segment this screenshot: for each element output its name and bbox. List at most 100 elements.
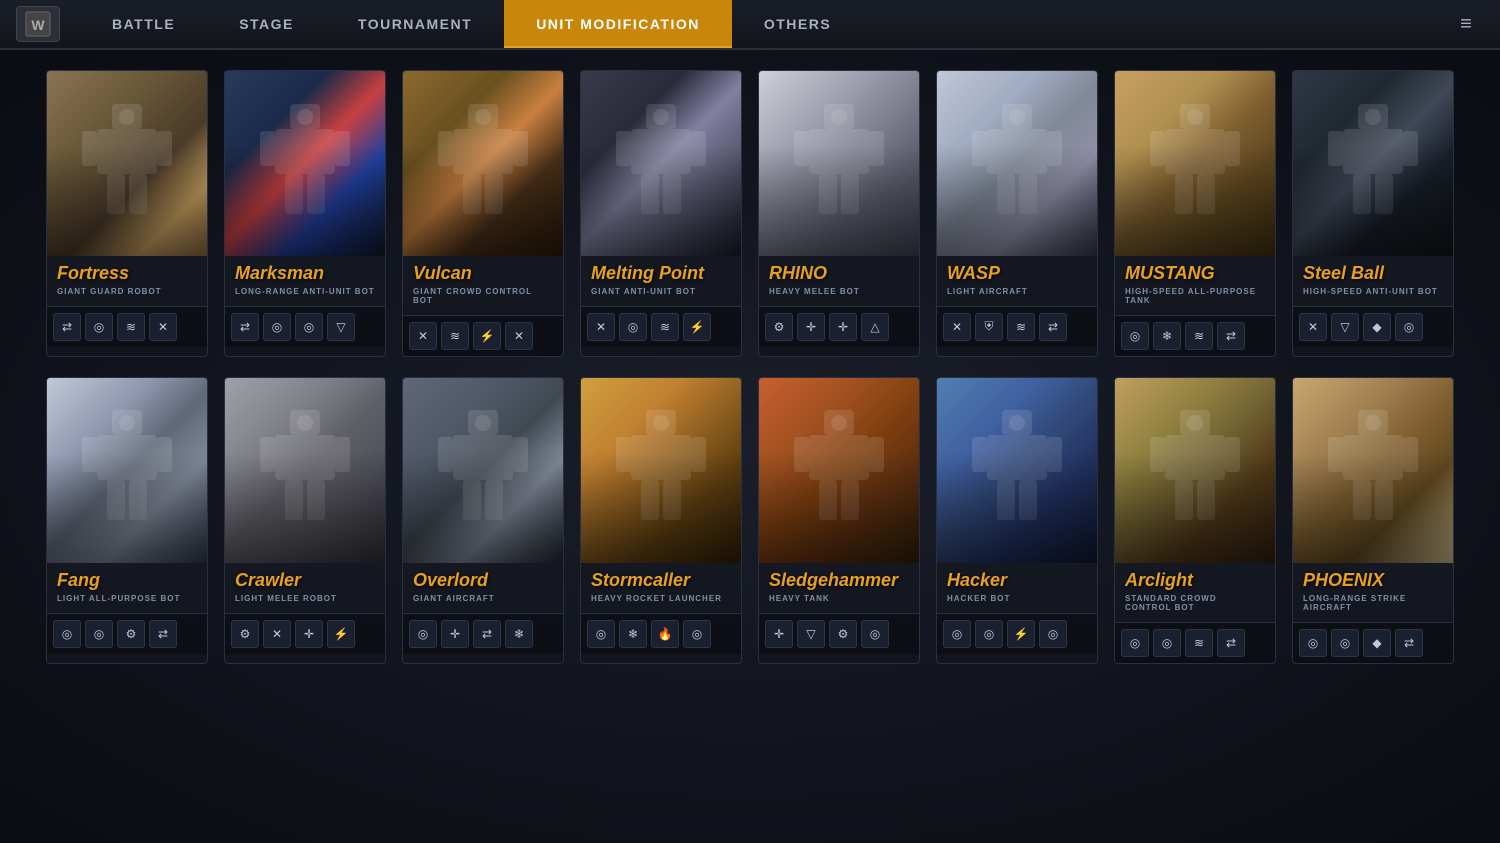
unit-info-hacker: HackerHACKER BOT <box>937 563 1097 613</box>
unit-icon-wasp-1[interactable]: ⛨ <box>975 313 1003 341</box>
unit-icon-mustang-1[interactable]: ❄ <box>1153 322 1181 350</box>
unit-card-stormcaller[interactable]: StormcallerHEAVY ROCKET LAUNCHER◎❄🔥◎ <box>580 377 742 664</box>
unit-icon-fortress-2[interactable]: ≋ <box>117 313 145 341</box>
unit-icon-fortress-0[interactable]: ⇄ <box>53 313 81 341</box>
unit-icon-overlord-3[interactable]: ❄ <box>505 620 533 648</box>
unit-icon-melting-point-2[interactable]: ≋ <box>651 313 679 341</box>
unit-icon-arclight-1[interactable]: ◎ <box>1153 629 1181 657</box>
unit-card-rhino[interactable]: RHINOHEAVY MELEE BOT⚙✛✛△ <box>758 70 920 357</box>
unit-name-overlord: Overlord <box>413 571 553 591</box>
unit-card-steel-ball[interactable]: Steel BallHIGH-SPEED ANTI-UNIT BOT✕▽◆◎ <box>1292 70 1454 357</box>
unit-icon-arclight-3[interactable]: ⇄ <box>1217 629 1245 657</box>
unit-icon-phoenix-1[interactable]: ◎ <box>1331 629 1359 657</box>
unit-icon-crawler-2[interactable]: ✛ <box>295 620 323 648</box>
unit-icon-sledgehammer-2[interactable]: ⚙ <box>829 620 857 648</box>
unit-icon-mustang-0[interactable]: ◎ <box>1121 322 1149 350</box>
unit-icon-vulcan-1[interactable]: ≋ <box>441 322 469 350</box>
nav-tab-tournament[interactable]: TOURNAMENT <box>326 0 504 48</box>
unit-image-hacker <box>937 378 1097 563</box>
unit-card-fang[interactable]: FangLIGHT ALL-PURPOSE BOT◎◎⚙⇄ <box>46 377 208 664</box>
unit-icon-sledgehammer-0[interactable]: ✛ <box>765 620 793 648</box>
unit-icon-melting-point-0[interactable]: ✕ <box>587 313 615 341</box>
unit-icon-wasp-3[interactable]: ⇄ <box>1039 313 1067 341</box>
unit-icon-fang-0[interactable]: ◎ <box>53 620 81 648</box>
unit-icon-mustang-2[interactable]: ≋ <box>1185 322 1213 350</box>
unit-icons-rhino: ⚙✛✛△ <box>759 306 919 347</box>
unit-icon-vulcan-2[interactable]: ⚡ <box>473 322 501 350</box>
unit-image-wasp <box>937 71 1097 256</box>
unit-icon-rhino-1[interactable]: ✛ <box>797 313 825 341</box>
unit-icon-stormcaller-3[interactable]: ◎ <box>683 620 711 648</box>
unit-icon-overlord-1[interactable]: ✛ <box>441 620 469 648</box>
unit-icon-overlord-0[interactable]: ◎ <box>409 620 437 648</box>
unit-icon-hacker-1[interactable]: ◎ <box>975 620 1003 648</box>
unit-icon-overlord-2[interactable]: ⇄ <box>473 620 501 648</box>
unit-card-fortress[interactable]: FortressGIANT GUARD ROBOT⇄◎≋✕ <box>46 70 208 357</box>
unit-icon-rhino-3[interactable]: △ <box>861 313 889 341</box>
unit-name-stormcaller: Stormcaller <box>591 571 731 591</box>
unit-icon-sledgehammer-1[interactable]: ▽ <box>797 620 825 648</box>
unit-type-sledgehammer: HEAVY TANK <box>769 594 909 603</box>
unit-card-sledgehammer[interactable]: SledgehammerHEAVY TANK✛▽⚙◎ <box>758 377 920 664</box>
unit-icon-vulcan-3[interactable]: ✕ <box>505 322 533 350</box>
unit-icon-phoenix-3[interactable]: ⇄ <box>1395 629 1423 657</box>
unit-card-hacker[interactable]: HackerHACKER BOT◎◎⚡◎ <box>936 377 1098 664</box>
unit-icon-fortress-3[interactable]: ✕ <box>149 313 177 341</box>
unit-icon-wasp-0[interactable]: ✕ <box>943 313 971 341</box>
unit-icon-marksman-2[interactable]: ◎ <box>295 313 323 341</box>
nav-tab-others[interactable]: otheRS <box>732 0 863 48</box>
unit-name-phoenix: PHOENIX <box>1303 571 1443 591</box>
unit-icon-fang-3[interactable]: ⇄ <box>149 620 177 648</box>
unit-icon-vulcan-0[interactable]: ✕ <box>409 322 437 350</box>
unit-icon-fang-1[interactable]: ◎ <box>85 620 113 648</box>
unit-icon-stormcaller-2[interactable]: 🔥 <box>651 620 679 648</box>
unit-icon-marksman-0[interactable]: ⇄ <box>231 313 259 341</box>
unit-icon-rhino-2[interactable]: ✛ <box>829 313 857 341</box>
unit-icon-crawler-1[interactable]: ✕ <box>263 620 291 648</box>
unit-icon-stormcaller-1[interactable]: ❄ <box>619 620 647 648</box>
unit-info-crawler: CrawlerLIGHT MELEE ROBOT <box>225 563 385 613</box>
unit-icon-steel-ball-3[interactable]: ◎ <box>1395 313 1423 341</box>
unit-icon-fang-2[interactable]: ⚙ <box>117 620 145 648</box>
unit-icon-phoenix-2[interactable]: ◆ <box>1363 629 1391 657</box>
unit-card-phoenix[interactable]: PHOENIXLONG-RANGE STRIKE AIRCRAFT◎◎◆⇄ <box>1292 377 1454 664</box>
unit-icon-marksman-1[interactable]: ◎ <box>263 313 291 341</box>
hamburger-menu[interactable]: ≡ <box>1448 6 1484 42</box>
unit-icon-mustang-3[interactable]: ⇄ <box>1217 322 1245 350</box>
unit-icon-melting-point-3[interactable]: ⚡ <box>683 313 711 341</box>
unit-icon-phoenix-0[interactable]: ◎ <box>1299 629 1327 657</box>
unit-icon-arclight-2[interactable]: ≋ <box>1185 629 1213 657</box>
unit-card-marksman[interactable]: MarksmanLONG-RANGE ANTI-UNIT BOT⇄◎◎▽ <box>224 70 386 357</box>
unit-icon-crawler-0[interactable]: ⚙ <box>231 620 259 648</box>
unit-icons-steel-ball: ✕▽◆◎ <box>1293 306 1453 347</box>
unit-card-arclight[interactable]: ArclightSTANDARD CROWD CONTROL BOT◎◎≋⇄ <box>1114 377 1276 664</box>
unit-icon-steel-ball-2[interactable]: ◆ <box>1363 313 1391 341</box>
nav-tab-battle[interactable]: BATTLE <box>80 0 207 48</box>
unit-card-overlord[interactable]: OverlordGIANT AIRCRAFT◎✛⇄❄ <box>402 377 564 664</box>
unit-icon-sledgehammer-3[interactable]: ◎ <box>861 620 889 648</box>
unit-card-vulcan[interactable]: VulcanGIANT CROWD CONTROL BOT✕≋⚡✕ <box>402 70 564 357</box>
unit-icon-wasp-2[interactable]: ≋ <box>1007 313 1035 341</box>
unit-icon-stormcaller-0[interactable]: ◎ <box>587 620 615 648</box>
unit-icon-melting-point-1[interactable]: ◎ <box>619 313 647 341</box>
unit-icon-steel-ball-0[interactable]: ✕ <box>1299 313 1327 341</box>
unit-icon-arclight-0[interactable]: ◎ <box>1121 629 1149 657</box>
unit-card-crawler[interactable]: CrawlerLIGHT MELEE ROBOT ⚙✕✛⚡ <box>224 377 386 664</box>
unit-card-mustang[interactable]: MUSTANGHIGH-SPEED ALL-PURPOSE TANK◎❄≋⇄ <box>1114 70 1276 357</box>
unit-info-mustang: MUSTANGHIGH-SPEED ALL-PURPOSE TANK <box>1115 256 1275 315</box>
unit-icons-mustang: ◎❄≋⇄ <box>1115 315 1275 356</box>
unit-icon-crawler-3[interactable]: ⚡ <box>327 620 355 648</box>
nav-tab-stage[interactable]: STAGE <box>207 0 326 48</box>
unit-icon-hacker-3[interactable]: ◎ <box>1039 620 1067 648</box>
nav-tab-unit-modification[interactable]: UNIT MODIFICATION <box>504 0 732 48</box>
unit-icon-hacker-0[interactable]: ◎ <box>943 620 971 648</box>
unit-icons-melting-point: ✕◎≋⚡ <box>581 306 741 347</box>
unit-card-wasp[interactable]: WASPLIGHT AIRCRAFT✕⛨≋⇄ <box>936 70 1098 357</box>
app-logo[interactable]: W <box>16 6 60 42</box>
unit-icon-fortress-1[interactable]: ◎ <box>85 313 113 341</box>
unit-icon-rhino-0[interactable]: ⚙ <box>765 313 793 341</box>
unit-card-melting-point[interactable]: Melting PointGIANT ANTI-UNIT BOT✕◎≋⚡ <box>580 70 742 357</box>
unit-icon-hacker-2[interactable]: ⚡ <box>1007 620 1035 648</box>
unit-icon-steel-ball-1[interactable]: ▽ <box>1331 313 1359 341</box>
unit-icon-marksman-3[interactable]: ▽ <box>327 313 355 341</box>
